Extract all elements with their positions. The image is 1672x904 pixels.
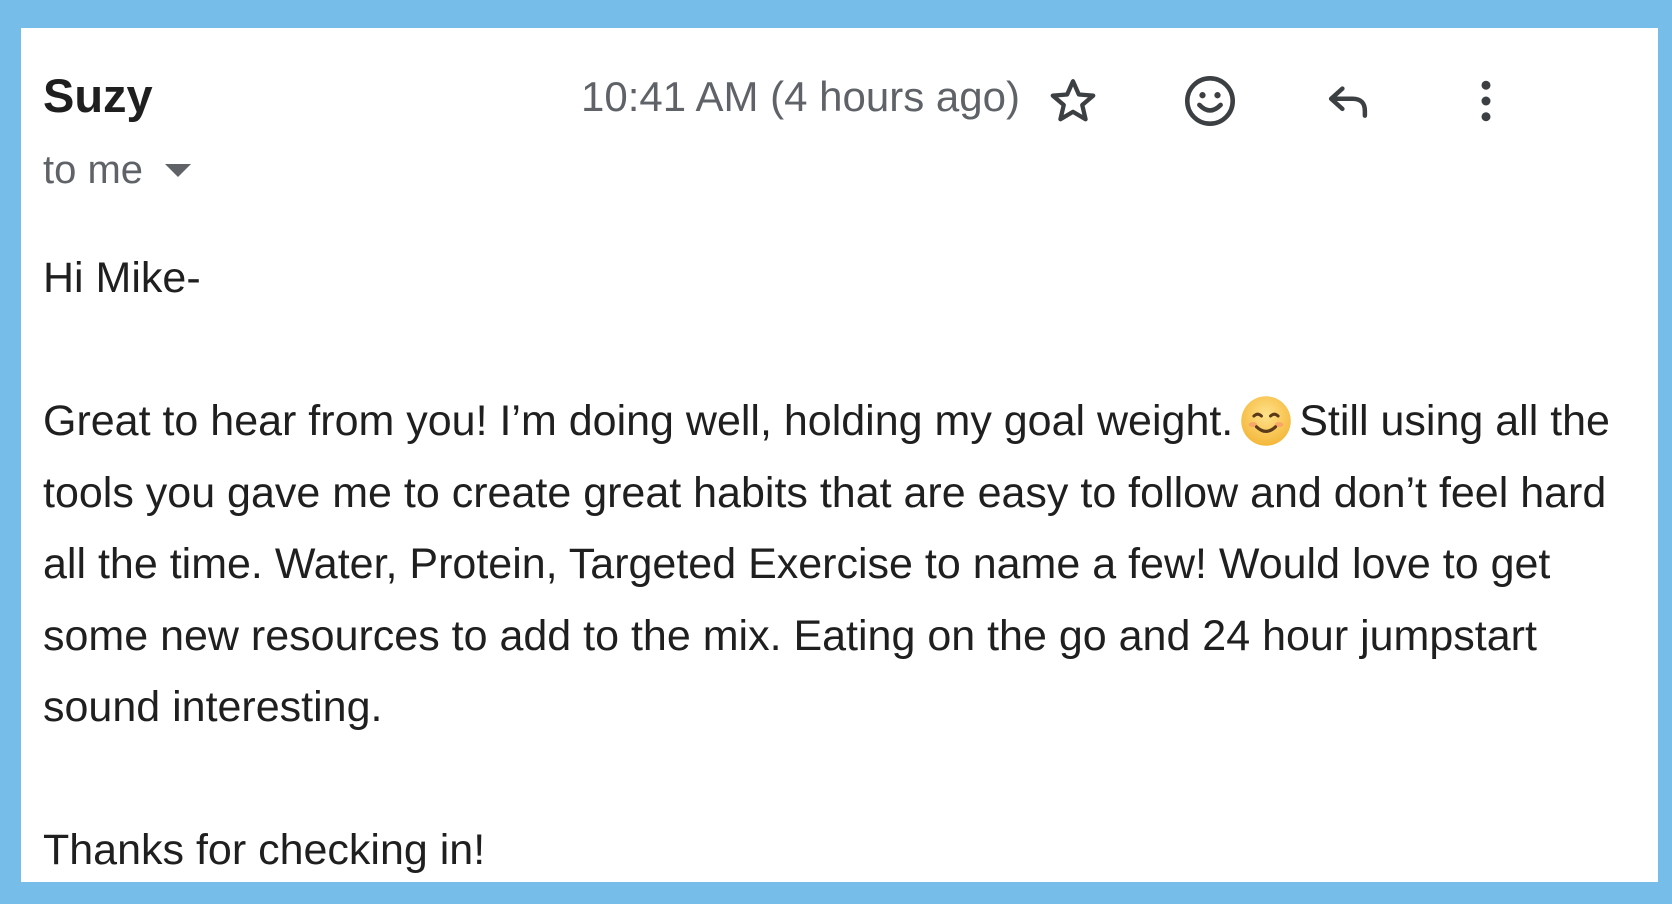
reply-button[interactable]	[1313, 66, 1383, 136]
star-button[interactable]	[1038, 66, 1108, 136]
recipient-label: to me	[43, 148, 144, 192]
add-reaction-button[interactable]	[1175, 66, 1245, 136]
more-vert-icon	[1481, 80, 1491, 122]
email-greeting: Hi Mike-	[43, 254, 201, 302]
caret-down-icon	[165, 163, 192, 177]
email-timestamp: 10:41 AM (4 hours ago)	[581, 73, 1020, 120]
email-card: Suzy to me 10:41 AM (4 hours ago) Hi Mik…	[21, 28, 1658, 882]
reply-icon	[1328, 86, 1368, 118]
email-paragraph: Great to hear from you! I’m doing well, …	[43, 386, 1643, 744]
paragraph-text-start: Great to hear from you! I’m doing well, …	[43, 397, 1234, 445]
smiling-face-emoji	[1241, 396, 1291, 446]
email-closing: Thanks for checking in!	[43, 826, 486, 874]
star-icon	[1050, 79, 1096, 122]
paragraph-text-end: Still using all the tools you gave me to…	[43, 397, 1610, 731]
sender-name[interactable]: Suzy	[43, 72, 153, 119]
recipient-details-toggle[interactable]: to me	[43, 148, 192, 192]
more-options-button[interactable]	[1451, 66, 1521, 136]
emoji-reaction-icon	[1184, 75, 1236, 127]
email-body: Hi Mike- Great to hear from you! I’m doi…	[43, 243, 1643, 887]
